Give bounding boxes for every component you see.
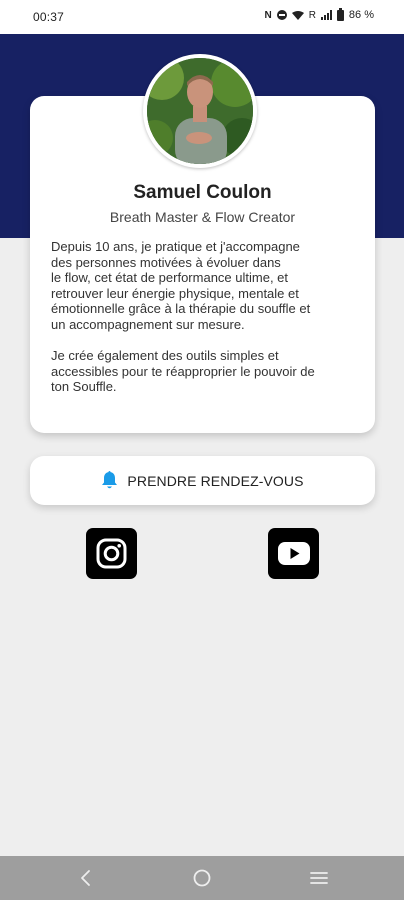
circle-home-icon [193, 869, 211, 887]
bio-line: Je crée également des outils simples et [51, 348, 279, 364]
status-time: 00:37 [33, 10, 65, 24]
nav-home-button[interactable] [192, 868, 212, 888]
bio-line: ton Souffle. [51, 379, 117, 395]
chevron-left-icon [81, 870, 90, 886]
roaming-icon: R [308, 9, 316, 21]
avatar [143, 54, 257, 168]
bell-icon [102, 471, 118, 489]
nfc-icon: N [264, 9, 272, 21]
bio-line: émotionnelle grâce à la thérapie du souf… [51, 301, 311, 317]
nav-recents-button[interactable] [309, 868, 329, 888]
profile-bio: Depuis 10 ans, je pratique et j'accompag… [51, 239, 356, 411]
profile-title: Breath Master & Flow Creator [109, 209, 296, 225]
bio-paragraph-1: Depuis 10 ans, je pratique et j'accompag… [51, 239, 356, 333]
app-screen: 00:37 N R 86 % Samuel Coulon Breath Mast… [0, 0, 404, 900]
bio-line: Depuis 10 ans, je pratique et j'accompag… [51, 239, 300, 254]
bio-paragraph-2: Je crée également des outils simples et … [51, 348, 356, 395]
wifi-icon [291, 10, 304, 20]
youtube-icon [277, 542, 310, 565]
bio-line: retrouver leur énergie physique, mentale… [51, 285, 299, 301]
bio-line: un accompagnement sur mesure. [51, 316, 245, 332]
status-icons: N R 86 % [264, 7, 374, 21]
instagram-icon [96, 538, 127, 569]
bio-line: des personnes motivées à évoluer dans [51, 254, 281, 270]
book-appointment-label: PRENDRE RENDEZ-VOUS [127, 472, 304, 489]
avatar-photo [147, 58, 253, 164]
nav-back-button[interactable] [76, 868, 96, 888]
battery-level: 86 % [348, 9, 374, 21]
bio-line: accessibles pour te réapproprier le pouv… [51, 363, 315, 379]
menu-lines-icon [310, 872, 328, 884]
bio-line: le flow, cet état de performance ultime,… [51, 270, 289, 286]
battery-icon [336, 7, 344, 21]
profile-name: Samuel Coulon [133, 182, 272, 203]
status-bar: 00:37 N R 86 % [0, 0, 404, 34]
instagram-button[interactable] [86, 528, 137, 579]
book-appointment-button[interactable]: PRENDRE RENDEZ-VOUS [30, 456, 375, 505]
youtube-button[interactable] [268, 528, 319, 579]
do-not-disturb-icon [276, 10, 287, 20]
system-nav-bar [0, 856, 404, 900]
signal-icon [320, 10, 332, 20]
